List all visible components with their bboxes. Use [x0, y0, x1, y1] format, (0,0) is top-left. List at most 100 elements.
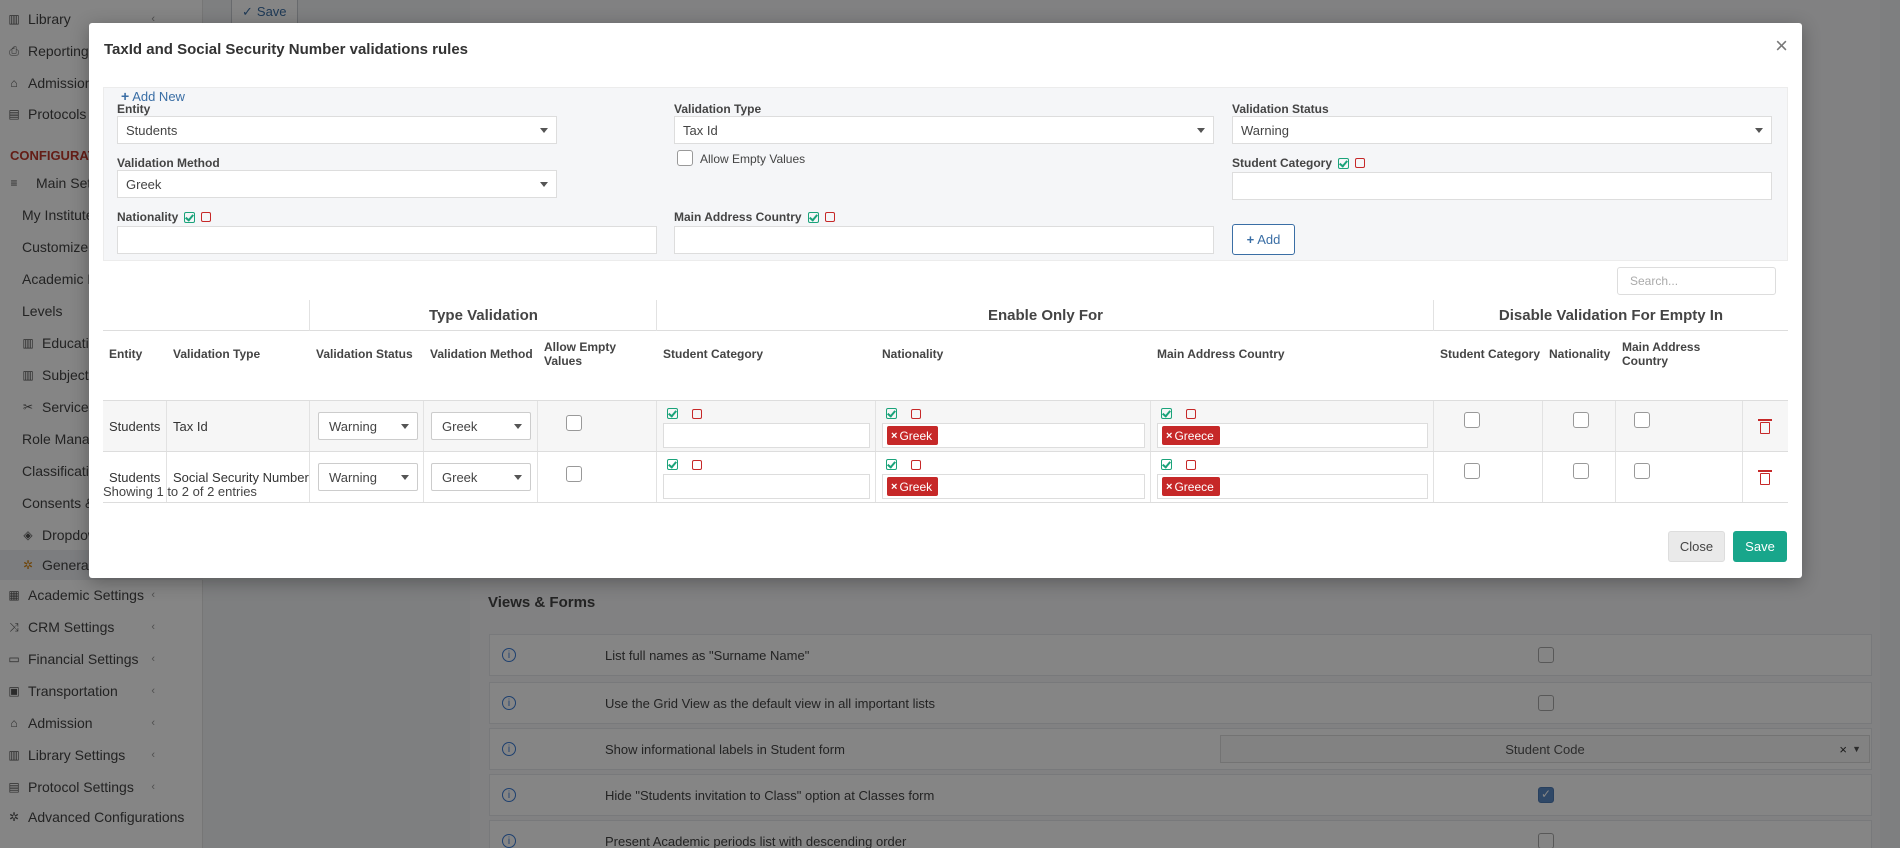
cell-method: Greek — [424, 452, 538, 503]
disable-student-category-checkbox[interactable] — [1464, 412, 1480, 428]
close-button[interactable]: Close — [1668, 531, 1725, 562]
nationality-input[interactable]: × Greek — [882, 423, 1145, 448]
cell-disable-student-category — [1434, 401, 1543, 452]
caret-down-icon — [401, 475, 409, 480]
cell-disable-main-address-country — [1616, 452, 1743, 503]
cell-actions — [1743, 401, 1788, 452]
disable-main-address-country-checkbox[interactable] — [1634, 412, 1650, 428]
main-address-country-label: Main Address Country — [674, 210, 835, 224]
group-header-type-validation: Type Validation — [310, 300, 657, 331]
validation-status-label: Validation Status — [1232, 102, 1329, 116]
select-all-icon[interactable] — [1338, 157, 1350, 169]
caret-down-icon — [514, 424, 522, 429]
deselect-all-icon[interactable] — [692, 459, 702, 470]
deselect-all-icon[interactable] — [1186, 408, 1196, 419]
cell-nationality: × Greek — [876, 452, 1151, 503]
add-rule-form: + Add New Entity Students Validation Type… — [103, 87, 1788, 261]
col-allow-empty[interactable]: Allow Empty Values — [538, 331, 657, 376]
table-row: Students Tax Id Warning Greek × Greek × Gr — [103, 400, 1788, 452]
col-disable-nationality[interactable]: Nationality — [1543, 331, 1616, 376]
cell-disable-nationality — [1543, 401, 1616, 452]
deselect-all-icon[interactable] — [692, 408, 702, 419]
allow-empty-values-checkbox[interactable] — [677, 150, 693, 166]
col-disable-student-category[interactable]: Student Category — [1434, 331, 1543, 376]
select-all-icon[interactable] — [667, 408, 678, 419]
entity-label: Entity — [117, 102, 151, 116]
trash-icon[interactable] — [1758, 419, 1772, 434]
cell-entity: Students — [103, 401, 167, 452]
entity-select[interactable]: Students — [117, 116, 557, 144]
cell-disable-main-address-country — [1616, 401, 1743, 452]
deselect-all-icon[interactable] — [911, 459, 921, 470]
cell-status: Warning — [310, 452, 424, 503]
deselect-all-icon[interactable] — [1186, 459, 1196, 470]
select-all-icon[interactable] — [1161, 459, 1172, 470]
country-tag: × Greece — [1162, 426, 1220, 445]
student-category-input[interactable] — [1232, 172, 1772, 200]
disable-nationality-checkbox[interactable] — [1573, 463, 1589, 479]
cell-status: Warning — [310, 401, 424, 452]
method-select[interactable]: Greek — [431, 412, 531, 440]
select-all-icon[interactable] — [1161, 408, 1172, 419]
col-entity[interactable]: Entity — [103, 331, 167, 376]
deselect-all-icon[interactable] — [911, 408, 921, 419]
add-button[interactable]: + Add — [1232, 224, 1295, 255]
disable-student-category-checkbox[interactable] — [1464, 463, 1480, 479]
select-all-icon[interactable] — [886, 408, 897, 419]
select-all-icon[interactable] — [807, 211, 819, 223]
student-category-label: Student Category — [1232, 156, 1366, 170]
col-main-address-country[interactable]: Main Address Country — [1151, 331, 1434, 376]
col-student-category[interactable]: Student Category — [657, 331, 876, 376]
main-address-country-input[interactable] — [674, 226, 1214, 254]
cell-student-category — [657, 401, 876, 452]
nationality-label: Nationality — [117, 210, 212, 224]
col-validation-status[interactable]: Validation Status — [310, 331, 424, 376]
nationality-input[interactable] — [117, 226, 657, 254]
status-select[interactable]: Warning — [318, 463, 418, 491]
trash-icon[interactable] — [1758, 470, 1772, 485]
caret-down-icon — [401, 424, 409, 429]
cell-disable-nationality — [1543, 452, 1616, 503]
group-header-empty — [103, 300, 310, 331]
allow-empty-checkbox[interactable] — [566, 415, 582, 431]
validation-status-select[interactable]: Warning — [1232, 116, 1772, 144]
remove-tag-icon[interactable]: × — [1166, 481, 1172, 493]
table-info: Showing 1 to 2 of 2 entries — [103, 484, 257, 499]
col-validation-method[interactable]: Validation Method — [424, 331, 538, 376]
validation-rules-modal: TaxId and Social Security Number validat… — [89, 23, 1802, 578]
divider — [656, 300, 657, 331]
disable-nationality-checkbox[interactable] — [1573, 412, 1589, 428]
remove-tag-icon[interactable]: × — [1166, 430, 1172, 442]
student-category-input[interactable] — [663, 423, 870, 448]
cell-nationality: × Greek — [876, 401, 1151, 452]
main-address-country-input[interactable]: × Greece — [1157, 423, 1428, 448]
deselect-all-icon[interactable] — [201, 212, 212, 222]
student-category-input[interactable] — [663, 474, 870, 499]
save-button[interactable]: Save — [1733, 531, 1787, 562]
deselect-all-icon[interactable] — [824, 212, 835, 222]
table-row: Students Social Security Number Warning … — [103, 451, 1788, 503]
method-select[interactable]: Greek — [431, 463, 531, 491]
disable-main-address-country-checkbox[interactable] — [1634, 463, 1650, 479]
status-select[interactable]: Warning — [318, 412, 418, 440]
col-disable-main-address-country[interactable]: Main Address Country — [1616, 331, 1743, 376]
deselect-all-icon[interactable] — [1355, 158, 1366, 168]
validation-type-select[interactable]: Tax Id — [674, 116, 1214, 144]
remove-tag-icon[interactable]: × — [891, 481, 897, 493]
col-validation-type[interactable]: Validation Type — [167, 331, 310, 376]
close-icon[interactable]: × — [1775, 35, 1788, 57]
cell-student-category — [657, 452, 876, 503]
select-all-icon[interactable] — [886, 459, 897, 470]
search-input[interactable]: Search... — [1617, 267, 1776, 295]
col-nationality[interactable]: Nationality — [876, 331, 1151, 376]
main-address-country-input[interactable]: × Greece — [1157, 474, 1428, 499]
select-all-icon[interactable] — [184, 211, 196, 223]
nationality-input[interactable]: × Greek — [882, 474, 1145, 499]
table-bottom-border — [103, 502, 1788, 503]
remove-tag-icon[interactable]: × — [891, 430, 897, 442]
divider — [309, 300, 310, 331]
allow-empty-checkbox[interactable] — [566, 466, 582, 482]
validation-method-select[interactable]: Greek — [117, 170, 557, 198]
cell-allow-empty — [538, 401, 657, 452]
select-all-icon[interactable] — [667, 459, 678, 470]
